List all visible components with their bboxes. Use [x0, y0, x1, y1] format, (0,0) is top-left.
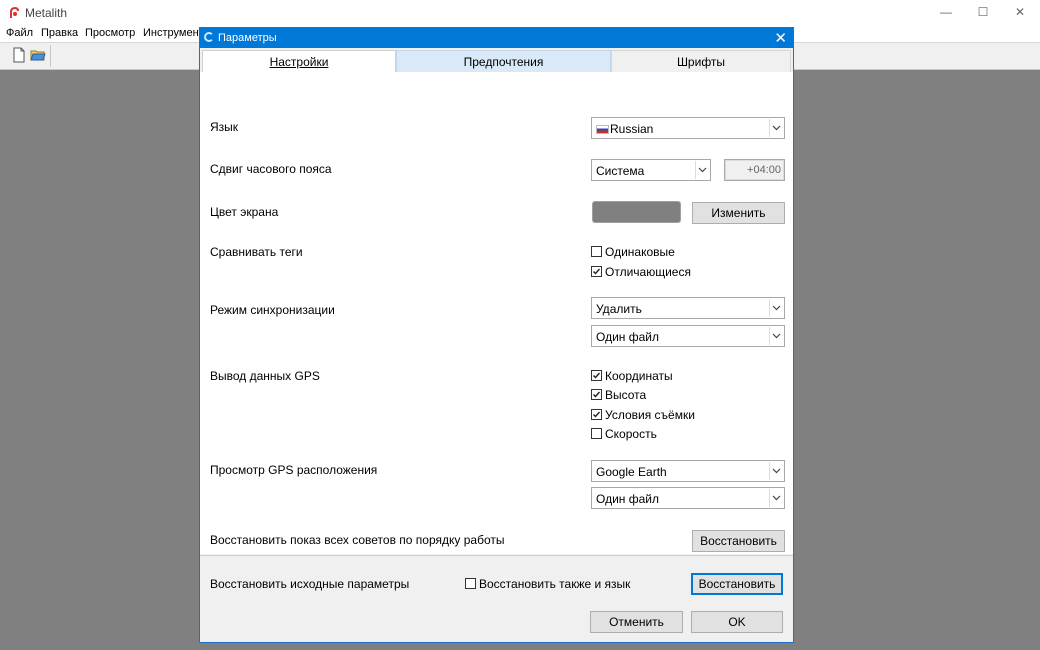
change-color-button[interactable]: Изменить [692, 202, 785, 224]
checkbox-unchecked[interactable] [465, 578, 476, 589]
sync-action-select[interactable]: Удалить [591, 297, 785, 319]
gps-altitude-label: Высота [605, 388, 647, 402]
sync-file-value: Один файл [596, 330, 659, 344]
timezone-offset-field: +04:00 [724, 159, 785, 181]
restore-language-label: Восстановить также и язык [479, 577, 631, 591]
chevron-down-icon[interactable] [695, 161, 709, 179]
check-icon[interactable] [591, 389, 602, 400]
gps-view-file-select[interactable]: Один файл [591, 487, 785, 509]
chevron-down-icon[interactable] [769, 299, 783, 317]
toolbar-separator [50, 45, 51, 67]
checkbox-unchecked[interactable] [591, 428, 602, 439]
menu-view[interactable]: Просмотр [85, 27, 135, 39]
timezone-mode-value: Система [596, 164, 645, 178]
timezone-label: Сдвиг часового пояса [210, 162, 332, 176]
chevron-down-icon[interactable] [769, 119, 783, 137]
gps-view-app-select[interactable]: Google Earth [591, 460, 785, 482]
sync-file-select[interactable]: Один файл [591, 325, 785, 347]
compare-identical-label: Одинаковые [605, 245, 675, 259]
close-app-button[interactable]: ✕ [1003, 0, 1037, 25]
timezone-select[interactable]: Система [591, 159, 711, 181]
footer-divider [200, 555, 793, 556]
dialog-title: Параметры [218, 32, 277, 44]
screen-color-swatch [592, 201, 681, 223]
chevron-down-icon[interactable] [769, 489, 783, 507]
dialog-close-button[interactable]: ✕ [774, 29, 787, 47]
tab-fonts-label: Шрифты [676, 55, 726, 69]
language-select[interactable]: Russian [591, 117, 785, 139]
sync-action-value: Удалить [596, 302, 642, 316]
checkbox-unchecked[interactable] [591, 246, 602, 257]
gps-view-label: Просмотр GPS расположения [210, 463, 378, 477]
check-icon[interactable] [591, 266, 602, 277]
tab-settings[interactable]: Настройки [202, 50, 396, 72]
screen-color-label: Цвет экрана [210, 205, 279, 219]
tab-preferences[interactable]: Предпочтения [396, 50, 611, 72]
tab-fonts[interactable]: Шрифты [611, 50, 791, 72]
maximize-button[interactable]: ☐ [966, 0, 1000, 25]
settings-dialog: Параметры ✕ Настройки Предпочтения Шрифт… [199, 27, 794, 643]
menu-file[interactable]: Файл [6, 27, 33, 39]
tab-strip: Настройки Предпочтения Шрифты [200, 48, 793, 72]
gps-conditions-label: Условия съёмки [605, 408, 695, 422]
chevron-down-icon[interactable] [769, 327, 783, 345]
language-value: Russian [610, 122, 654, 136]
minimize-button[interactable]: — [929, 0, 963, 25]
restore-defaults-button[interactable]: Восстановить [691, 573, 783, 595]
app-title: Metalith [25, 6, 68, 20]
compare-tags-label: Сравнивать теги [210, 245, 303, 259]
language-label: Язык [210, 120, 239, 134]
loading-icon [204, 32, 214, 42]
new-file-icon[interactable] [11, 47, 27, 63]
tab-preferences-label: Предпочтения [463, 55, 544, 69]
gps-speed-label: Скорость [605, 427, 657, 441]
gps-output-label: Вывод данных GPS [210, 369, 320, 383]
open-folder-icon[interactable] [30, 47, 46, 63]
dialog-titlebar[interactable]: Параметры ✕ [200, 28, 793, 48]
tab-settings-label: Настройки [269, 55, 329, 69]
check-icon[interactable] [591, 409, 602, 420]
settings-panel: Язык Russian Сдвиг часового пояса Систем… [200, 72, 793, 554]
restore-defaults-label: Восстановить исходные параметры [210, 577, 410, 591]
sync-mode-label: Режим синхронизации [210, 303, 335, 317]
gps-coordinates-label: Координаты [605, 369, 673, 383]
compare-different-label: Отличающиеся [605, 265, 691, 279]
restore-tips-button[interactable]: Восстановить [692, 530, 785, 552]
check-icon[interactable] [591, 370, 602, 381]
menu-edit[interactable]: Правка [41, 27, 78, 39]
gps-view-app-value: Google Earth [596, 465, 667, 479]
cancel-button[interactable]: Отменить [590, 611, 683, 633]
restore-tips-label: Восстановить показ всех советов по поряд… [210, 533, 505, 547]
gps-view-file-value: Один файл [596, 492, 659, 506]
app-titlebar: Metalith — ☐ ✕ [0, 0, 1040, 25]
app-logo-icon [10, 6, 19, 18]
russia-flag-icon [596, 125, 609, 135]
chevron-down-icon[interactable] [769, 462, 783, 480]
ok-button[interactable]: OK [691, 611, 783, 633]
